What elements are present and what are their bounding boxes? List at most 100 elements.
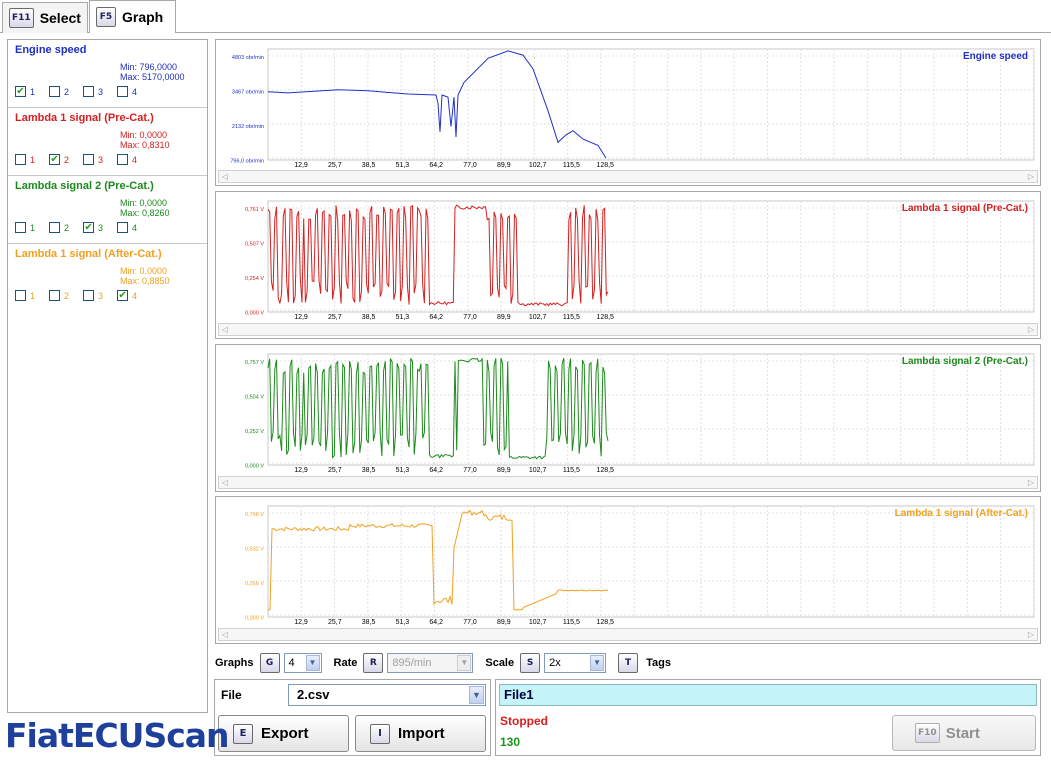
rate-select: 895/min ▼: [387, 653, 474, 673]
signal-min: Min: 796,0000: [120, 62, 178, 72]
y-tick-label: 0,757 V: [245, 360, 264, 366]
tab-graph[interactable]: F5 Graph: [89, 0, 176, 33]
graph-panel-engine-speed: 4803 obr/min 3467 obr/min 2132 obr/min 796,…: [215, 39, 1041, 186]
scroll-right-icon[interactable]: ▷: [1025, 477, 1037, 488]
graph-checkbox-3[interactable]: ✔ 3: [83, 222, 103, 233]
graph-checkbox-1[interactable]: 1: [15, 290, 35, 301]
graph-checkbox-2[interactable]: ✔ 2: [49, 154, 69, 165]
signal-item: Lambda 1 signal (Pre-Cat.) Min: 0,0000 M…: [8, 108, 207, 176]
x-tick-label: 128,5: [596, 162, 614, 169]
x-tick-label: 128,5: [596, 467, 614, 474]
y-tick-label: 3467 obr/min: [232, 90, 264, 96]
y-tick-label: 0,532 V: [245, 547, 264, 553]
key-hint: E: [233, 723, 253, 744]
signal-title: Engine speed: [15, 44, 87, 56]
key-hint: R: [363, 653, 384, 673]
signal-max: Max: 0,8310: [120, 140, 170, 150]
tab-label: Select: [39, 10, 81, 26]
x-tick-label: 102,7: [529, 619, 547, 626]
graph-checkbox-1[interactable]: 1: [15, 154, 35, 165]
graph-checkbox-3[interactable]: 3: [83, 154, 103, 165]
rate-label: Rate: [333, 657, 358, 669]
file-select[interactable]: 2.csv ▼: [288, 684, 486, 706]
graph-assign-checks: 1 2 3 ✔ 4: [8, 286, 207, 306]
scroll-right-icon[interactable]: ▷: [1025, 629, 1037, 640]
x-tick-label: 77,0: [463, 162, 477, 169]
chevron-down-icon: ▼: [305, 655, 320, 671]
scroll-right-icon[interactable]: ▷: [1025, 171, 1037, 182]
x-tick-label: 128,5: [596, 619, 614, 626]
graph-checkbox-2[interactable]: 2: [49, 86, 69, 97]
x-tick-label: 25,7: [328, 162, 342, 169]
graph-checkbox-4[interactable]: 4: [117, 86, 137, 97]
horizontal-scrollbar[interactable]: ◁ ▷: [218, 170, 1038, 183]
graph-checkbox-4[interactable]: ✔ 4: [117, 290, 137, 301]
graph-plot: 4803 obr/min 3467 obr/min 2132 obr/min 796,…: [230, 48, 1035, 169]
scale-select[interactable]: 2x ▼: [544, 653, 607, 673]
tags-key-button[interactable]: T: [618, 653, 639, 673]
tab-select[interactable]: F11 Select: [2, 2, 88, 33]
y-tick-label: 0,507 V: [245, 242, 264, 248]
import-label: Import: [398, 725, 445, 742]
x-tick-label: 38,5: [362, 467, 376, 474]
checkmark-icon: ✔: [83, 221, 95, 233]
scroll-left-icon[interactable]: ◁: [219, 477, 231, 488]
x-tick-label: 89,9: [497, 162, 511, 169]
key-hint: F5: [96, 7, 116, 27]
signal-max: Max: 5170,0000: [120, 72, 185, 82]
x-tick-label: 64,2: [429, 162, 443, 169]
signal-item: Lambda signal 2 (Pre-Cat.) Min: 0,0000 M…: [8, 176, 207, 244]
x-tick-label: 64,2: [429, 619, 443, 626]
scroll-left-icon[interactable]: ◁: [219, 171, 231, 182]
signal-item: Engine speed Min: 796,0000 Max: 5170,000…: [8, 40, 207, 108]
signal-list-panel: Engine speed Min: 796,0000 Max: 5170,000…: [7, 39, 208, 713]
graphs-count-select[interactable]: 4 ▼: [283, 653, 322, 673]
graph-title: Lambda 1 signal (After-Cat.): [894, 508, 1028, 519]
graph-title: Lambda 1 signal (Pre-Cat.): [901, 203, 1028, 214]
scroll-left-icon[interactable]: ◁: [219, 629, 231, 640]
signal-title: Lambda 1 signal (After-Cat.): [15, 248, 162, 260]
scroll-right-icon[interactable]: ▷: [1025, 324, 1037, 335]
x-tick-label: 89,9: [497, 619, 511, 626]
start-label: Start: [945, 724, 980, 742]
chevron-down-icon: ▼: [457, 655, 472, 671]
x-tick-label: 51,3: [396, 467, 410, 474]
graph-checkbox-3[interactable]: 3: [83, 290, 103, 301]
y-tick-label: 0,000 V: [245, 311, 264, 317]
x-tick-label: 25,7: [328, 314, 342, 321]
x-tick-label: 25,7: [328, 619, 342, 626]
start-button[interactable]: F10 Start: [892, 715, 1036, 751]
y-tick-label: 0,254 V: [245, 276, 264, 282]
key-hint: F10: [915, 723, 940, 743]
x-tick-label: 89,9: [497, 314, 511, 321]
x-tick-label: 38,5: [362, 162, 376, 169]
signal-title: Lambda signal 2 (Pre-Cat.): [15, 180, 154, 192]
horizontal-scrollbar[interactable]: ◁ ▷: [218, 476, 1038, 489]
x-tick-label: 77,0: [463, 314, 477, 321]
graph-checkbox-3[interactable]: 3: [83, 86, 103, 97]
import-button[interactable]: I Import: [355, 715, 486, 752]
graph-panel-lambda2-precat: 0,757 V 0,504 V 0,252 V 0,000 V 12,9 25,7 38,5…: [215, 344, 1041, 492]
graph-checkbox-4[interactable]: 4: [117, 154, 137, 165]
y-tick-label: 2132 obr/min: [232, 124, 264, 130]
current-file-name: File1: [499, 684, 1037, 706]
graph-panel-lambda1-precat: 0,761 V 0,507 V 0,254 V 0,000 V 12,9 25,7 38,5…: [215, 191, 1041, 339]
x-tick-label: 128,5: [596, 314, 614, 321]
graph-assign-checks: ✔ 1 2 3 4: [8, 82, 207, 102]
graphs-label: Graphs: [215, 657, 254, 669]
horizontal-scrollbar[interactable]: ◁ ▷: [218, 323, 1038, 336]
y-tick-label: 0,504 V: [245, 395, 264, 401]
export-button[interactable]: E Export: [218, 715, 349, 752]
graph-checkbox-4[interactable]: 4: [117, 222, 137, 233]
scroll-left-icon[interactable]: ◁: [219, 324, 231, 335]
graph-checkbox-2[interactable]: 2: [49, 290, 69, 301]
horizontal-scrollbar[interactable]: ◁ ▷: [218, 628, 1038, 641]
graph-checkbox-1[interactable]: ✔ 1: [15, 86, 35, 97]
graph-checkbox-2[interactable]: 2: [49, 222, 69, 233]
x-tick-label: 77,0: [463, 467, 477, 474]
x-tick-label: 89,9: [497, 467, 511, 474]
graph-title: Engine speed: [962, 51, 1028, 62]
graph-panel-lambda1-aftercat: 0,798 V 0,532 V 0,266 V 0,000 V 12,9 25,7 38,5…: [215, 496, 1041, 644]
file-label: File: [221, 688, 242, 702]
graph-checkbox-1[interactable]: 1: [15, 222, 35, 233]
